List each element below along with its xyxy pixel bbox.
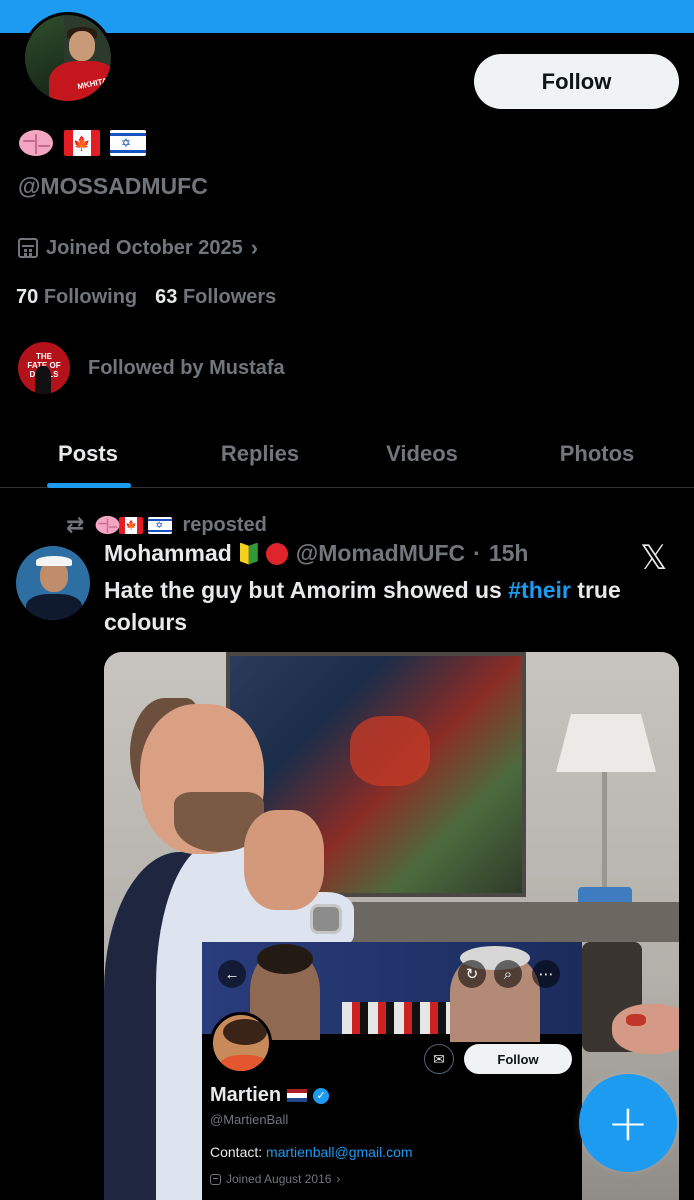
- canada-flag-icon: 🍁: [119, 516, 144, 534]
- embedded-profile-screenshot: ← ↻ ⌕ ⋯ ✉ Follow Martien ✓ @MartienBall …: [202, 942, 582, 1200]
- embedded-handle: @MartienBall: [210, 1112, 289, 1127]
- profile-handle: @MOSSADMUFC: [18, 173, 208, 199]
- embedded-avatar: [210, 1012, 272, 1074]
- post-text: Hate the guy but Amorim showed us #their…: [104, 577, 621, 635]
- joined-date[interactable]: Joined October 2025 ›: [18, 235, 258, 261]
- more-icon: ⋯: [532, 960, 560, 988]
- hashtag-link[interactable]: #their: [508, 577, 571, 603]
- followed-by-text: Followed by Mustafa: [88, 356, 285, 379]
- tab-videos[interactable]: Videos: [344, 420, 500, 487]
- israel-flag-icon: ✡: [148, 516, 173, 534]
- back-arrow-icon: ←: [218, 960, 246, 988]
- profile-banner[interactable]: [0, 0, 694, 33]
- followers-link[interactable]: 63 Followers: [155, 286, 276, 309]
- post-author-name[interactable]: Mohammad: [104, 540, 232, 567]
- x-logo-icon: 𝕏: [640, 538, 668, 578]
- follow-button[interactable]: Follow: [474, 54, 679, 109]
- joined-text: Joined October 2025: [46, 236, 243, 259]
- repost-label: reposted: [182, 513, 267, 536]
- chevron-right-icon: ›: [250, 235, 259, 260]
- active-tab-indicator: [47, 483, 131, 488]
- following-link[interactable]: 70 Following: [16, 286, 137, 309]
- beginner-badge-icon: [239, 542, 258, 565]
- embedded-joined: Joined August 2016 ›: [210, 1172, 340, 1186]
- profile-avatar[interactable]: MKHITARYAN: [22, 12, 114, 104]
- post-separator: ·: [473, 540, 481, 566]
- brain-icon: [18, 128, 54, 158]
- netherlands-flag-icon: [287, 1089, 308, 1102]
- post-header: Mohammad @MomadMUFC · 15h: [104, 540, 528, 567]
- follow-stats: 70 Following 63 Followers: [16, 286, 276, 309]
- verified-icon: ✓: [313, 1087, 330, 1104]
- search-icon: ⌕: [494, 960, 522, 988]
- profile-tabs: Posts Replies Videos Photos: [0, 420, 694, 488]
- calendar-icon: [18, 238, 38, 258]
- tab-replies[interactable]: Replies: [176, 420, 344, 487]
- post-author-handle[interactable]: @MomadMUFC: [296, 540, 465, 567]
- refresh-icon: ↻: [458, 960, 486, 988]
- post-author-avatar[interactable]: [16, 546, 90, 620]
- retweet-icon: ⇄: [66, 512, 85, 537]
- repost-indicator[interactable]: ⇄ 🍁 ✡ reposted: [66, 510, 267, 540]
- followed-by-avatar[interactable]: THE FATE OF DEVILS: [18, 342, 70, 394]
- brain-icon: [95, 515, 120, 536]
- display-name: 🍁 ✡: [18, 128, 146, 158]
- embedded-contact: Contact: martienball@gmail.com: [210, 1144, 413, 1160]
- embedded-follow-button: Follow: [464, 1044, 572, 1074]
- post-time[interactable]: 15h: [489, 540, 529, 567]
- tab-posts[interactable]: Posts: [0, 420, 176, 488]
- calendar-icon: [210, 1173, 221, 1185]
- canada-flag-icon: 🍁: [64, 130, 100, 156]
- compose-plus-button[interactable]: +: [579, 1074, 677, 1172]
- mail-icon: ✉: [424, 1044, 454, 1074]
- israel-flag-icon: ✡: [110, 130, 146, 156]
- red-circle-icon: [265, 542, 288, 565]
- tab-photos[interactable]: Photos: [500, 420, 694, 487]
- embedded-name: Martien ✓: [210, 1084, 330, 1107]
- followed-by[interactable]: THE FATE OF DEVILS Followed by Mustafa: [18, 342, 285, 394]
